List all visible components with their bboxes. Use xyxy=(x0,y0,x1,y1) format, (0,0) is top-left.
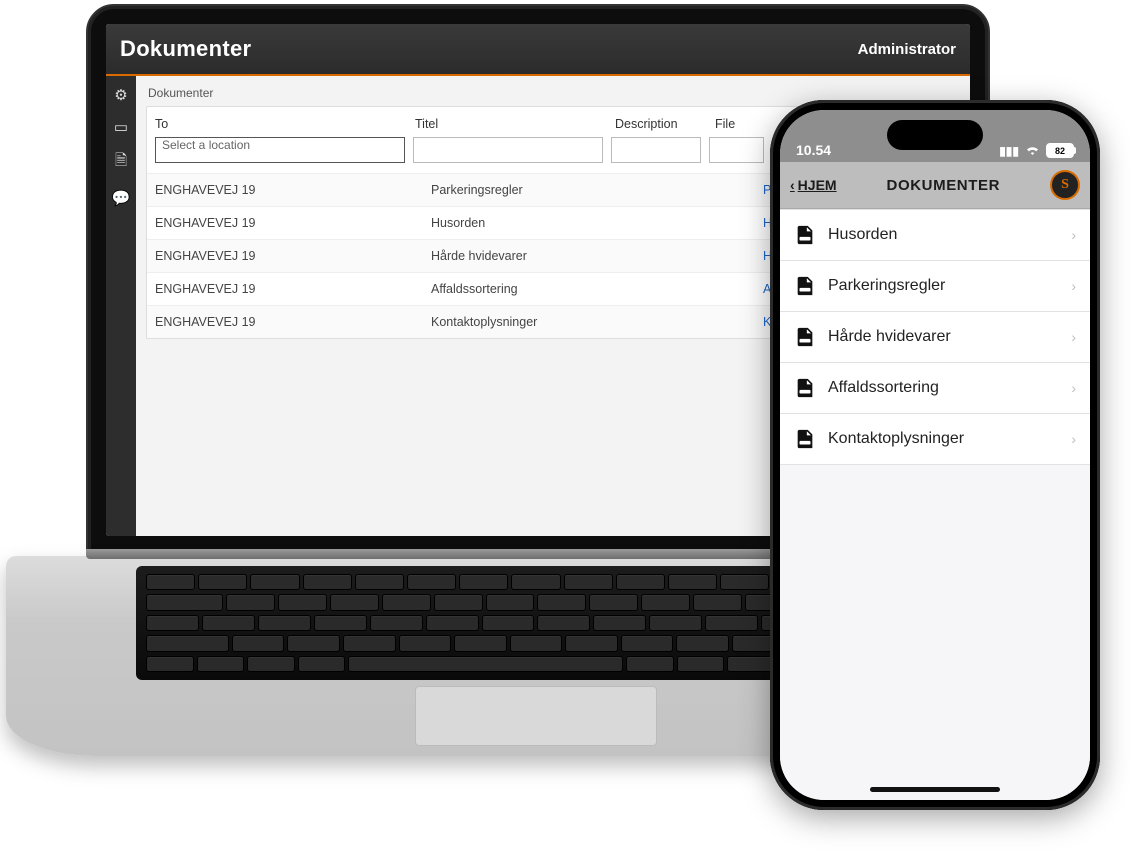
chevron-left-icon: ‹ xyxy=(790,177,795,193)
pdf-file-icon xyxy=(794,326,816,348)
app-topbar: Dokumenter Administrator xyxy=(106,24,970,76)
cell-to: ENGHAVEVEJ 19 xyxy=(147,306,423,339)
home-indicator[interactable] xyxy=(870,787,1000,792)
cell-description xyxy=(639,273,755,306)
dynamic-island xyxy=(887,120,983,150)
cell-description xyxy=(639,207,755,240)
description-filter[interactable] xyxy=(611,137,701,163)
cell-title: Affaldssortering xyxy=(423,273,639,306)
battery-indicator: 82 xyxy=(1046,143,1074,158)
pdf-file-icon xyxy=(794,428,816,450)
col-to[interactable]: To xyxy=(155,117,415,131)
file-filter[interactable] xyxy=(709,137,764,163)
cell-to: ENGHAVEVEJ 19 xyxy=(147,207,423,240)
gear-icon[interactable]: ⚙ xyxy=(114,86,127,104)
chat-icon[interactable]: 💬 xyxy=(112,189,131,207)
location-filter[interactable]: Select a location xyxy=(155,137,405,163)
cellular-icon: ▮▮▮ xyxy=(999,144,1019,158)
title-filter[interactable] xyxy=(413,137,603,163)
back-button[interactable]: ‹ HJEM xyxy=(790,177,837,193)
cell-description xyxy=(639,240,755,273)
pdf-file-icon xyxy=(794,377,816,399)
pdf-file-icon xyxy=(794,224,816,246)
pdf-file-icon xyxy=(794,275,816,297)
back-label: HJEM xyxy=(798,177,837,193)
cell-description xyxy=(639,174,755,207)
mobile-navbar: ‹ HJEM DOKUMENTER S xyxy=(780,162,1090,209)
list-item[interactable]: Affaldssortering › xyxy=(780,363,1090,414)
list-item-label: Husorden xyxy=(828,226,897,244)
mobile-app: 10.54 ▮▮▮ 82 ‹ HJEM DOKUMENTER S Husorde… xyxy=(780,110,1090,800)
col-title[interactable]: Titel xyxy=(415,117,615,131)
list-item[interactable]: Husorden › xyxy=(780,209,1090,261)
cell-title: Husorden xyxy=(423,207,639,240)
page-title: Dokumenter xyxy=(120,36,251,62)
chevron-right-icon: › xyxy=(1071,431,1076,447)
list-item[interactable]: Hårde hvidevarer › xyxy=(780,312,1090,363)
current-user[interactable]: Administrator xyxy=(858,41,956,58)
chevron-right-icon: › xyxy=(1071,278,1076,294)
cell-to: ENGHAVEVEJ 19 xyxy=(147,240,423,273)
wifi-icon xyxy=(1025,144,1040,158)
side-nav: ⚙ ▭ 🗎 💬 xyxy=(106,76,136,536)
mobile-page-title: DOKUMENTER xyxy=(887,177,1001,194)
list-item[interactable]: Parkeringsregler › xyxy=(780,261,1090,312)
status-time: 10.54 xyxy=(796,142,831,158)
chevron-right-icon: › xyxy=(1071,329,1076,345)
cell-title: Parkeringsregler xyxy=(423,174,639,207)
cell-to: ENGHAVEVEJ 19 xyxy=(147,273,423,306)
list-item[interactable]: Kontaktoplysninger › xyxy=(780,414,1090,465)
app-logo-icon[interactable]: S xyxy=(1050,170,1080,200)
document-icon[interactable]: 🗎 xyxy=(115,150,127,175)
trackpad xyxy=(415,686,657,746)
breadcrumb: Dokumenter xyxy=(148,86,960,100)
cell-description xyxy=(639,306,755,339)
cell-to: ENGHAVEVEJ 19 xyxy=(147,174,423,207)
list-item-label: Kontaktoplysninger xyxy=(828,430,964,448)
cell-title: Kontaktoplysninger xyxy=(423,306,639,339)
chevron-right-icon: › xyxy=(1071,227,1076,243)
cell-title: Hårde hvidevarer xyxy=(423,240,639,273)
document-list: Husorden›Parkeringsregler›Hårde hvidevar… xyxy=(780,209,1090,800)
list-item-label: Parkeringsregler xyxy=(828,277,945,295)
col-description[interactable]: Description xyxy=(615,117,715,131)
phone-mockup: 10.54 ▮▮▮ 82 ‹ HJEM DOKUMENTER S Husorde… xyxy=(770,100,1100,810)
list-item-label: Hårde hvidevarer xyxy=(828,328,951,346)
phone-icon[interactable]: ▭ xyxy=(114,118,128,136)
chevron-right-icon: › xyxy=(1071,380,1076,396)
list-item-label: Affaldssortering xyxy=(828,379,939,397)
